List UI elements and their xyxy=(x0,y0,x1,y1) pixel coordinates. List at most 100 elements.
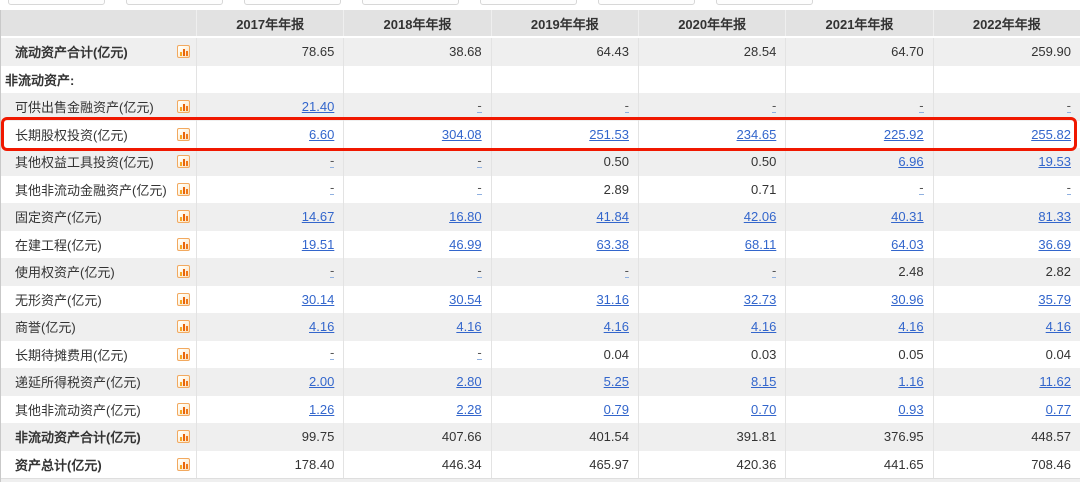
value-link[interactable]: 0.70 xyxy=(751,402,776,417)
empty-value-dash[interactable]: - xyxy=(477,154,482,168)
bar-chart-icon[interactable] xyxy=(177,210,190,224)
value-link[interactable]: 225.92 xyxy=(884,127,924,142)
value-link[interactable]: 16.80 xyxy=(449,209,482,224)
value-link[interactable]: 30.14 xyxy=(302,292,335,307)
cutoff-button[interactable] xyxy=(480,0,577,5)
value-cell: 1.16 xyxy=(785,368,932,396)
value-cell: - xyxy=(343,148,490,176)
empty-value-dash[interactable]: - xyxy=(477,264,482,278)
empty-value-dash[interactable]: - xyxy=(329,154,335,168)
value-link[interactable]: 68.11 xyxy=(745,237,777,252)
value-link[interactable]: 19.51 xyxy=(302,237,335,252)
value-link[interactable]: 42.06 xyxy=(744,209,777,224)
bar-chart-icon[interactable] xyxy=(177,320,190,334)
value-cell: 2.48 xyxy=(785,258,932,286)
cutoff-button[interactable] xyxy=(244,0,341,5)
bar-chart-icon[interactable] xyxy=(177,375,190,389)
value-link[interactable]: 35.79 xyxy=(1038,292,1071,307)
empty-value-dash[interactable]: - xyxy=(624,99,629,113)
value-link[interactable]: 21.40 xyxy=(302,99,335,114)
empty-value-dash[interactable]: - xyxy=(329,346,335,361)
bar-chart-icon[interactable] xyxy=(177,237,190,251)
value-link[interactable]: 234.65 xyxy=(737,127,777,142)
value-link[interactable]: 4.16 xyxy=(604,319,629,334)
empty-value-dash[interactable]: - xyxy=(771,264,777,278)
value-link[interactable]: 19.53 xyxy=(1038,154,1071,169)
bar-chart-icon[interactable] xyxy=(177,292,190,306)
value-text: 64.43 xyxy=(596,44,629,60)
bar-chart-icon[interactable] xyxy=(177,182,190,196)
value-link[interactable]: 0.93 xyxy=(898,402,923,417)
bar-chart-icon[interactable] xyxy=(177,430,190,444)
cutoff-button[interactable] xyxy=(362,0,459,5)
value-cell: 234.65 xyxy=(637,120,785,148)
value-link[interactable]: 31.16 xyxy=(596,292,629,307)
value-link[interactable]: 32.73 xyxy=(744,292,777,307)
value-link[interactable]: 14.67 xyxy=(302,209,335,224)
cutoff-button[interactable] xyxy=(8,0,105,5)
value-link[interactable]: 0.77 xyxy=(1046,402,1071,417)
value-link[interactable]: 4.16 xyxy=(751,319,776,334)
value-link[interactable]: 11.62 xyxy=(1039,374,1071,389)
value-link[interactable]: 251.53 xyxy=(589,127,629,142)
value-link[interactable]: 5.25 xyxy=(604,374,629,389)
bar-chart-icon[interactable] xyxy=(177,457,190,471)
cutoff-button[interactable] xyxy=(716,0,813,5)
empty-value-dash[interactable]: - xyxy=(919,99,924,113)
value-link[interactable]: 41.84 xyxy=(596,209,629,224)
value-link[interactable]: 36.69 xyxy=(1038,237,1071,252)
empty-value-dash[interactable]: - xyxy=(1066,181,1071,196)
value-text: 441.65 xyxy=(883,456,924,472)
empty-value-dash[interactable]: - xyxy=(1066,99,1071,113)
value-link[interactable]: 4.16 xyxy=(898,319,923,334)
empty-value-dash[interactable]: - xyxy=(477,99,482,113)
value-link[interactable]: 63.38 xyxy=(596,237,629,252)
empty-value-dash[interactable]: - xyxy=(477,346,482,361)
value-text: 2.82 xyxy=(1045,264,1071,280)
value-cell: 16.80 xyxy=(343,203,490,231)
empty-value-dash[interactable]: - xyxy=(624,264,629,278)
bar-chart-icon[interactable] xyxy=(177,100,190,114)
value-link[interactable]: 2.28 xyxy=(456,402,481,417)
value-link[interactable]: 2.00 xyxy=(309,374,334,389)
cutoff-button[interactable] xyxy=(598,0,695,5)
cutoff-button[interactable] xyxy=(126,0,223,5)
value-link[interactable]: 1.16 xyxy=(898,374,923,389)
value-link[interactable]: 40.31 xyxy=(891,209,924,224)
value-cell: 11.62 xyxy=(932,368,1080,396)
value-link[interactable]: 81.33 xyxy=(1038,209,1071,224)
bar-chart-icon[interactable] xyxy=(177,45,190,59)
value-link[interactable]: 6.96 xyxy=(898,154,923,169)
value-link[interactable]: 2.80 xyxy=(456,374,481,389)
value-link[interactable]: 4.16 xyxy=(456,319,481,334)
value-cell: 446.34 xyxy=(343,450,490,478)
value-link[interactable]: 30.96 xyxy=(891,292,924,307)
value-link[interactable]: 4.16 xyxy=(309,319,334,334)
value-link[interactable]: 4.16 xyxy=(1046,319,1071,334)
value-link[interactable]: 1.26 xyxy=(309,402,334,417)
empty-value-dash[interactable]: - xyxy=(477,181,482,196)
empty-value-dash[interactable]: - xyxy=(329,181,335,196)
value-link[interactable]: 64.03 xyxy=(891,237,924,252)
empty-value-dash[interactable]: - xyxy=(329,264,335,278)
bar-chart-icon[interactable] xyxy=(177,127,190,141)
bar-chart-icon[interactable] xyxy=(177,155,190,169)
value-text: 0.05 xyxy=(898,346,924,362)
table-row: 其他权益工具投资(亿元) - - 0.50 0.50 6.96 19.53 xyxy=(1,148,1080,176)
value-link[interactable]: 0.79 xyxy=(604,402,629,417)
empty-value-dash[interactable]: - xyxy=(771,99,777,113)
value-cell: - xyxy=(343,258,490,286)
bar-chart-icon[interactable] xyxy=(177,347,190,361)
value-link[interactable]: 304.08 xyxy=(442,127,482,142)
value-cell: 0.50 xyxy=(490,148,638,176)
value-cell: 6.60 xyxy=(196,120,343,148)
value-link[interactable]: 6.60 xyxy=(309,127,334,142)
value-link[interactable]: 46.99 xyxy=(449,237,482,252)
empty-value-dash[interactable]: - xyxy=(919,181,924,196)
value-link[interactable]: 255.82 xyxy=(1031,127,1071,142)
value-text: 708.46 xyxy=(1031,456,1071,472)
value-link[interactable]: 30.54 xyxy=(449,292,482,307)
bar-chart-icon[interactable] xyxy=(177,402,190,416)
bar-chart-icon[interactable] xyxy=(177,265,190,279)
value-link[interactable]: 8.15 xyxy=(751,374,776,389)
